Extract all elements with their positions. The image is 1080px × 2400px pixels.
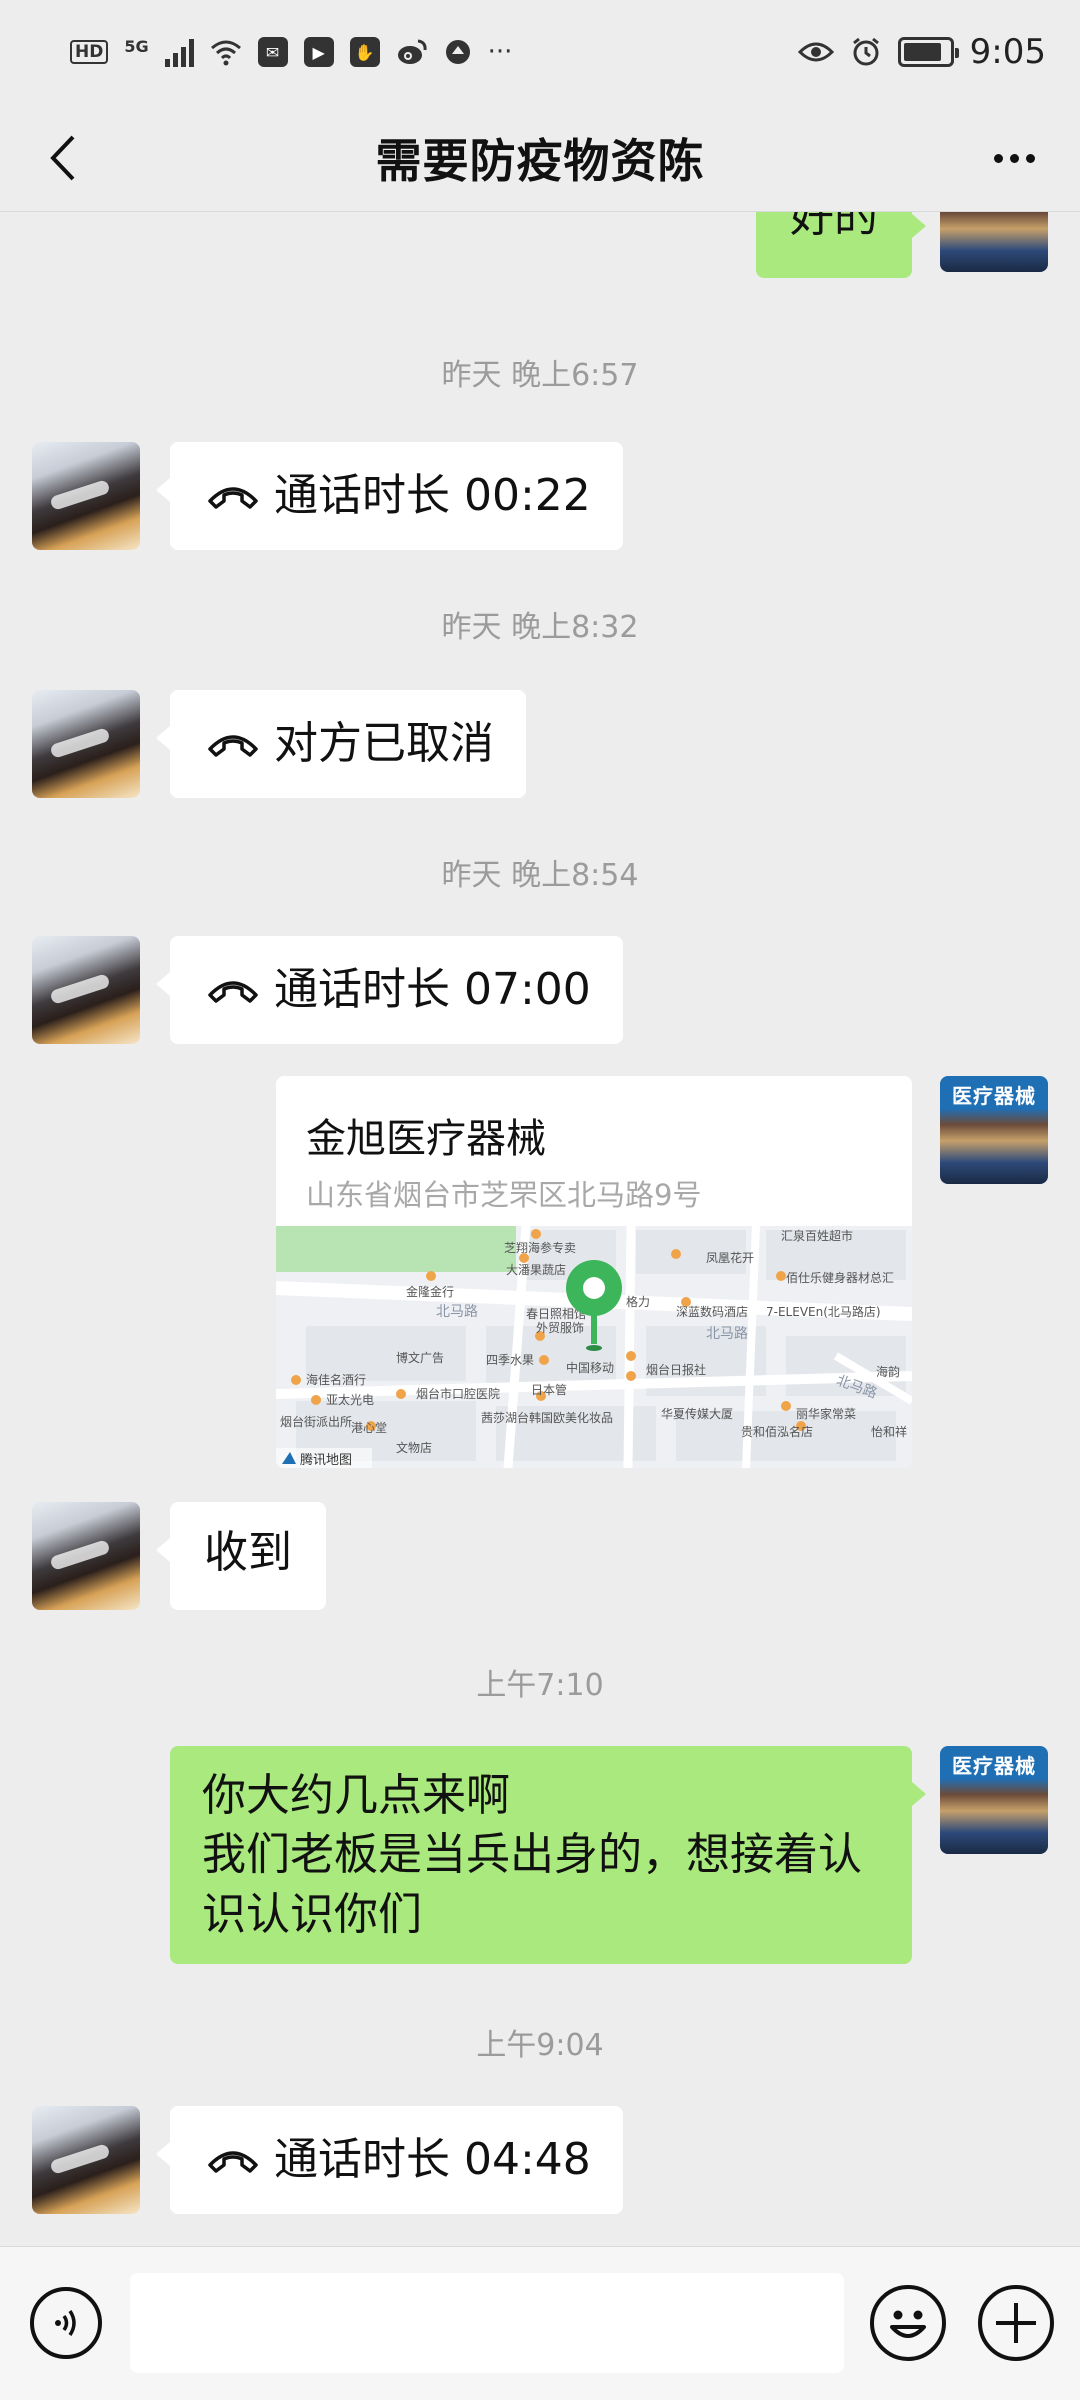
my-avatar[interactable]: 医疗器械 [940,1746,1048,1854]
timestamp: 昨天 晚上6:57 [441,358,639,393]
tencent-map-logo-icon: 腾讯地图 [276,1448,372,1468]
contact-avatar[interactable] [32,936,140,1044]
app-notification-icon [444,38,472,66]
wifi-icon [210,38,242,66]
status-right: 9:05 [797,32,1046,72]
map-poi-label: 烟台市口腔医院 [416,1386,500,1401]
location-map[interactable]: 北马路 北马路 北马路 芝翔海参专卖 金隆金行 大潘果蔬店 凤凰花开 汇泉百姓超… [276,1226,912,1468]
voice-input-button[interactable] [30,2287,102,2359]
map-poi-label: 亚太光电 [326,1392,374,1407]
smiley-icon [890,2310,926,2338]
map-road-label: 北马路 [706,1326,748,1342]
eye-icon [797,40,834,64]
call-record-bubble[interactable]: 通话时长 04:48 [156,2106,623,2214]
map-poi-label: 怡和祥 [871,1425,907,1439]
app-notification-icon: ✋ [349,37,380,67]
input-bar [0,2246,1080,2400]
map-poi-label: 日本管 [531,1382,567,1397]
hd-icon: HD [70,40,109,64]
map-poi-label: 海佳名酒行 [306,1372,366,1387]
map-poi-label: 凤凰花开 [706,1250,754,1265]
my-avatar[interactable]: 医疗器械 [940,212,1048,272]
back-button[interactable] [30,126,94,190]
battery-icon [897,37,959,67]
clock: 9:05 [969,32,1046,72]
timestamp: 上午7:10 [476,1668,604,1703]
contact-avatar[interactable] [32,442,140,550]
location-card[interactable]: 金旭医疗器械 山东省烟台市芝罘区北马路9号 北马路 北马路 北马路 芝翔海参专卖… [276,1076,912,1468]
call-record-bubble[interactable]: 通话时长 00:22 [156,442,623,550]
chat-title: 需要防疫物资陈 [375,133,705,188]
contact-avatar[interactable] [32,690,140,798]
call-duration-text: 通话时长 04:48 [274,2134,591,2186]
map-poi-label: 博文广告 [396,1350,444,1365]
message-bubble[interactable]: 好的 [756,212,926,278]
dot [993,153,1003,163]
map-poi-label: 烟台街派出所 [280,1414,352,1429]
map-poi-label: 外贸服饰 [536,1321,584,1335]
emoji-button[interactable] [870,2285,946,2361]
phone-hangup-icon [208,735,258,757]
more-notifications-icon: ··· [487,37,513,67]
signal-icon [164,37,194,67]
avatar-shop-sign: 医疗器械 [952,1084,1036,1108]
timestamp: 上午9:04 [476,2028,604,2063]
message-bubble[interactable]: 收到 [156,1502,326,1610]
location-address: 山东省烟台市芝罘区北马路9号 [306,1178,702,1212]
avatar-shop-sign: 医疗器械 [952,1754,1036,1778]
map-poi-label: 烟台日报社 [646,1362,706,1377]
map-poi-label: 丽华家常菜 [796,1406,856,1421]
location-name: 金旭医疗器械 [306,1116,546,1162]
map-poi-label: 格力 [626,1294,650,1309]
map-poi-label: 深蓝数码酒店 [676,1304,748,1319]
chat-area[interactable]: 医疗器械 好的 昨天 晚上6:57 通话时长 00:22 昨天 晚上8:32 对… [0,212,1080,2246]
timestamp: 昨天 晚上8:54 [441,858,639,893]
map-poi-label: 贵和佰泓名店 [741,1424,813,1439]
network-5g-label: 5G [124,37,149,56]
my-avatar[interactable]: 医疗器械 [940,1076,1048,1184]
map-poi-label: 文物店 [396,1440,432,1455]
map-credit: 腾讯地图 [300,1452,352,1468]
map-poi-label: 茜莎湖台韩国欧美化妆品 [481,1410,613,1425]
map-poi-label: 金隆金行 [406,1284,454,1299]
chevron-left-icon [50,135,75,181]
voice-icon [55,2310,76,2336]
message-input[interactable] [130,2273,844,2373]
alarm-icon [850,36,882,68]
map-poi-label: 大潘果蔬店 [506,1263,566,1277]
call-status-text: 对方已取消 [274,718,494,770]
phone-hangup-icon [208,981,258,1003]
map-poi-label: 芝翔海参专卖 [504,1240,576,1255]
map-poi-label: 7-ELEVEn(北马路店) [766,1304,881,1319]
map-poi-label: 华夏传媒大厦 [661,1406,733,1421]
map-poi-label: 佰仕乐健身器材总汇 [786,1270,894,1285]
contact-avatar[interactable] [32,1502,140,1610]
map-poi-label: 港心堂 [351,1421,387,1435]
status-bar: HD 5G ✉ ▶ ✋ ··· 9:05 [0,0,1080,104]
contact-avatar[interactable] [32,2106,140,2214]
map-poi-label: 中国移动 [566,1360,614,1375]
timestamp: 昨天 晚上8:32 [441,610,639,645]
app-notification-icon: ✉ [257,37,288,67]
more-functions-button[interactable] [978,2285,1054,2361]
weibo-icon [396,38,428,66]
message-bubble[interactable]: 你大约几点来啊 我们老板是当兵出身的，想接着认识认识你们 [170,1746,926,1965]
more-options-button[interactable] [982,126,1046,190]
dot [1009,153,1019,163]
phone-hangup-icon [208,2151,258,2173]
call-record-bubble[interactable]: 对方已取消 [156,690,526,798]
call-record-bubble[interactable]: 通话时长 07:00 [156,936,623,1044]
dot [1025,153,1035,163]
map-poi-label: 汇泉百姓超市 [781,1228,853,1243]
title-bar: 需要防疫物资陈 [0,104,1080,212]
map-road-label: 北马路 [436,1304,478,1320]
status-left: HD 5G ✉ ▶ ✋ ··· [70,37,512,67]
map-poi-label: 海韵 [876,1364,900,1379]
call-duration-text: 通话时长 00:22 [274,470,591,522]
call-duration-text: 通话时长 07:00 [274,964,591,1016]
map-poi-label: 四季水果 [486,1353,534,1367]
app-notification-icon: ▶ [303,37,334,67]
phone-hangup-icon [208,487,258,509]
